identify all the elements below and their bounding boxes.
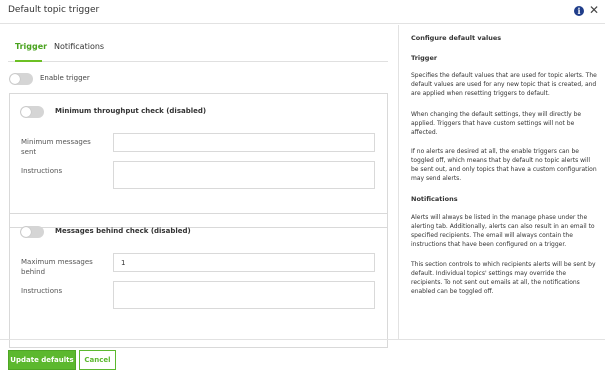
messages-behind-section: Messages behind check (disabled) Maximum…	[9, 213, 388, 348]
min-messages-label: Minimum messages sent	[21, 138, 91, 156]
help-trigger-heading: Trigger	[411, 54, 438, 62]
info-icon[interactable]: i	[574, 6, 584, 16]
dialog-footer: Update defaults Cancel	[0, 339, 605, 378]
help-panel: Configure default values Trigger Specifi…	[398, 25, 605, 339]
max-messages-input[interactable]: 1	[113, 253, 375, 272]
close-icon[interactable]: ✕	[589, 3, 599, 17]
help-trigger-text-1: Specifies the default values that are us…	[411, 72, 597, 97]
throughput-instructions-label: Instructions	[21, 167, 63, 175]
throughput-instructions-input[interactable]	[113, 161, 375, 189]
throughput-check-section: Minimum throughput check (disabled) Mini…	[9, 93, 388, 228]
messages-behind-toggle[interactable]	[20, 226, 44, 238]
update-defaults-button[interactable]: Update defaults	[8, 350, 76, 370]
help-heading: Configure default values	[411, 34, 502, 42]
help-trigger-text-2: When changing the default settings, they…	[411, 111, 582, 136]
tab-notifications[interactable]: Notifications	[54, 42, 104, 62]
throughput-check-title: Minimum throughput check (disabled)	[55, 107, 207, 115]
enable-trigger-label: Enable trigger	[40, 74, 90, 82]
help-notifications-text-2: This section controls to which recipient…	[411, 261, 596, 295]
behind-instructions-label: Instructions	[21, 287, 63, 295]
tab-trigger[interactable]: Trigger	[15, 42, 47, 62]
behind-instructions-input[interactable]	[113, 281, 375, 309]
help-trigger-text-3: If no alerts are desired at all, the ena…	[411, 148, 597, 182]
cancel-button[interactable]: Cancel	[79, 350, 116, 370]
enable-trigger-toggle[interactable]	[9, 73, 33, 85]
dialog-title: Default topic trigger	[8, 5, 100, 15]
help-notifications-text-1: Alerts will always be listed in the mana…	[411, 214, 595, 248]
help-notifications-heading: Notifications	[411, 195, 458, 203]
throughput-check-toggle[interactable]	[20, 106, 44, 118]
dialog-header: Default topic trigger i ✕	[0, 0, 605, 24]
max-messages-label: Maximum messages behind	[21, 258, 93, 276]
tab-bar: Trigger Notifications	[8, 42, 388, 62]
min-messages-input[interactable]	[113, 133, 375, 152]
messages-behind-title: Messages behind check (disabled)	[55, 227, 191, 235]
settings-panel: Trigger Notifications Enable trigger Min…	[0, 25, 398, 348]
